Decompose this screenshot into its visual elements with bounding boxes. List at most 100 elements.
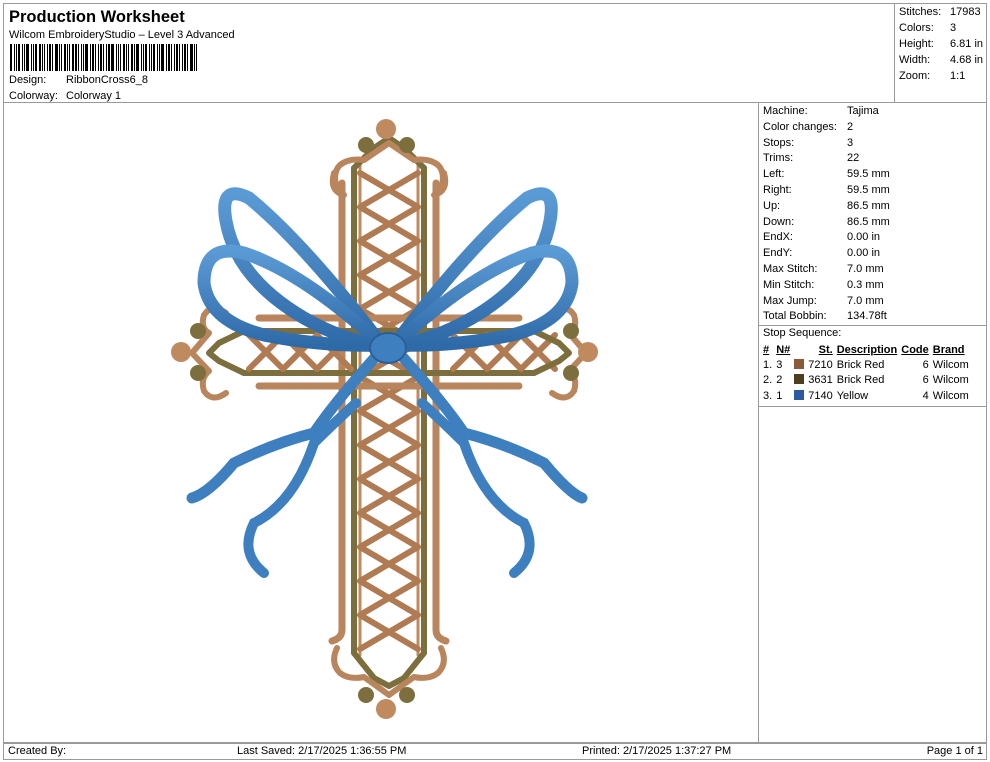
info-label: Trims: bbox=[763, 152, 794, 165]
stop-index: 2. bbox=[763, 374, 773, 387]
barcode-bar bbox=[98, 44, 99, 71]
col-code: Code bbox=[901, 343, 929, 356]
info-value: 22 bbox=[847, 152, 860, 165]
barcode-bar bbox=[136, 44, 139, 71]
info-row-left: Left: 59.5 mm bbox=[763, 168, 890, 184]
barcode-bar bbox=[103, 44, 104, 71]
barcode-bar bbox=[168, 44, 170, 71]
barcode-bar bbox=[72, 44, 74, 71]
barcode-bar bbox=[52, 44, 53, 71]
barcode-bar bbox=[153, 44, 155, 71]
info-label: Total Bobbin: bbox=[763, 310, 827, 323]
worksheet-footer: Created By: Last Saved: 2/17/2025 1:36:5… bbox=[3, 743, 987, 760]
stop-sequence-title: Stop Sequence: bbox=[763, 327, 842, 339]
barcode-bar bbox=[194, 44, 195, 71]
worksheet-header: Production Worksheet Wilcom EmbroiderySt… bbox=[3, 3, 895, 103]
info-value: 0.3 mm bbox=[847, 278, 884, 291]
info-label: Machine: bbox=[763, 105, 808, 117]
summary-value: 3 bbox=[950, 22, 957, 34]
summary-zoom: Zoom: 1:1 bbox=[899, 70, 965, 82]
info-value: 7.0 mm bbox=[847, 263, 884, 275]
summary-colors: Colors: 3 bbox=[899, 22, 956, 34]
thread-code: 6 bbox=[922, 374, 929, 387]
info-row-maxstitch: Max Stitch: 7.0 mm bbox=[763, 263, 884, 279]
info-value: 0.00 in bbox=[847, 247, 881, 260]
info-value: 134.78ft bbox=[847, 310, 887, 323]
barcode-bar bbox=[157, 44, 158, 71]
barcode-bar bbox=[92, 44, 94, 71]
barcode-bar bbox=[35, 44, 37, 71]
thread-brand: Wilcom bbox=[932, 358, 969, 371]
barcode-bar bbox=[106, 44, 107, 71]
barcode-bar bbox=[18, 44, 20, 71]
info-row-endx: EndX: 0.00 in bbox=[763, 231, 880, 247]
design-preview-canvas bbox=[3, 102, 759, 743]
summary-value: 17983 bbox=[950, 6, 981, 18]
barcode-bar bbox=[78, 44, 79, 71]
barcode-bar bbox=[116, 44, 117, 71]
barcode-bar bbox=[61, 44, 62, 71]
barcode-bar bbox=[75, 44, 77, 71]
info-row-right: Right: 59.5 mm bbox=[763, 184, 890, 200]
summary-panel: Stitches: 17983 Colors: 3 Height: 6.81 in W… bbox=[894, 3, 987, 103]
summary-value: 4.68 in bbox=[950, 54, 984, 66]
col-brand: Brand bbox=[932, 343, 965, 356]
info-row-up: Up: 86.5 mm bbox=[763, 199, 890, 216]
col-needle: N# bbox=[776, 343, 791, 356]
summary-label: Stitches: bbox=[899, 6, 942, 18]
info-value: 59.5 mm bbox=[847, 184, 890, 196]
barcode-bar bbox=[182, 44, 183, 71]
info-label: Up: bbox=[763, 199, 781, 212]
barcode-bar bbox=[22, 44, 23, 71]
barcode-bar bbox=[16, 44, 17, 71]
barcode-bar bbox=[26, 44, 29, 71]
thread-description: Brick Red bbox=[836, 374, 885, 387]
barcode-bar bbox=[111, 44, 114, 71]
info-row-totalbobbin: Total Bobbin: 134.78ft bbox=[763, 310, 887, 326]
colorway-label: Colorway: bbox=[9, 90, 58, 102]
barcode-bar bbox=[39, 44, 41, 71]
barcode-bar bbox=[174, 44, 175, 71]
barcode-bar bbox=[100, 44, 102, 71]
barcode-bar bbox=[85, 44, 88, 71]
info-row-down: Down: 86.5 mm bbox=[763, 216, 890, 232]
info-value: 3 bbox=[847, 136, 854, 149]
barcode-bar bbox=[187, 44, 188, 71]
barcode-bar bbox=[49, 44, 51, 71]
barcode-bar bbox=[83, 44, 84, 71]
barcode-bar bbox=[55, 44, 58, 71]
stitch-code-text: 7140 bbox=[808, 389, 833, 402]
design-info-panel: Machine: Tajima Color changes: 2 Stops: 3 Trim… bbox=[758, 102, 987, 743]
barcode-bar bbox=[123, 44, 125, 71]
summary-value: 1:1 bbox=[950, 70, 966, 82]
thread-code: 6 bbox=[922, 358, 929, 371]
thread-color-swatch bbox=[794, 358, 805, 369]
info-divider bbox=[759, 325, 986, 326]
created-by: Created By: bbox=[8, 745, 67, 757]
barcode-bar bbox=[196, 44, 197, 71]
barcode-bar bbox=[69, 44, 70, 71]
summary-height: Height: 6.81 in bbox=[899, 38, 983, 50]
barcode-bar bbox=[159, 44, 160, 71]
thread-description: Yellow bbox=[836, 389, 869, 402]
design-label: Design: bbox=[9, 74, 47, 86]
info-value: 86.5 mm bbox=[847, 199, 890, 212]
info-value: 0.00 in bbox=[847, 231, 881, 244]
col-stitch: St. bbox=[818, 343, 833, 356]
info-label: EndY: bbox=[763, 247, 793, 260]
info-divider bbox=[759, 406, 986, 407]
barcode-bar bbox=[143, 44, 144, 71]
thread-code: 4 bbox=[922, 389, 929, 402]
info-label: Max Stitch: bbox=[763, 263, 818, 275]
barcode-bar bbox=[190, 44, 193, 71]
summary-value: 6.81 in bbox=[950, 38, 984, 50]
info-value: 2 bbox=[847, 120, 854, 133]
barcode-bar bbox=[47, 44, 48, 71]
barcode-bar bbox=[42, 44, 43, 71]
info-value: 59.5 mm bbox=[847, 168, 890, 181]
ribbon-cross-embroidery bbox=[171, 119, 598, 719]
summary-stitches: Stitches: 17983 bbox=[899, 6, 981, 18]
barcode-bar bbox=[141, 44, 142, 71]
barcode-bar bbox=[108, 44, 110, 71]
stitch-code: 7140 bbox=[792, 388, 834, 404]
